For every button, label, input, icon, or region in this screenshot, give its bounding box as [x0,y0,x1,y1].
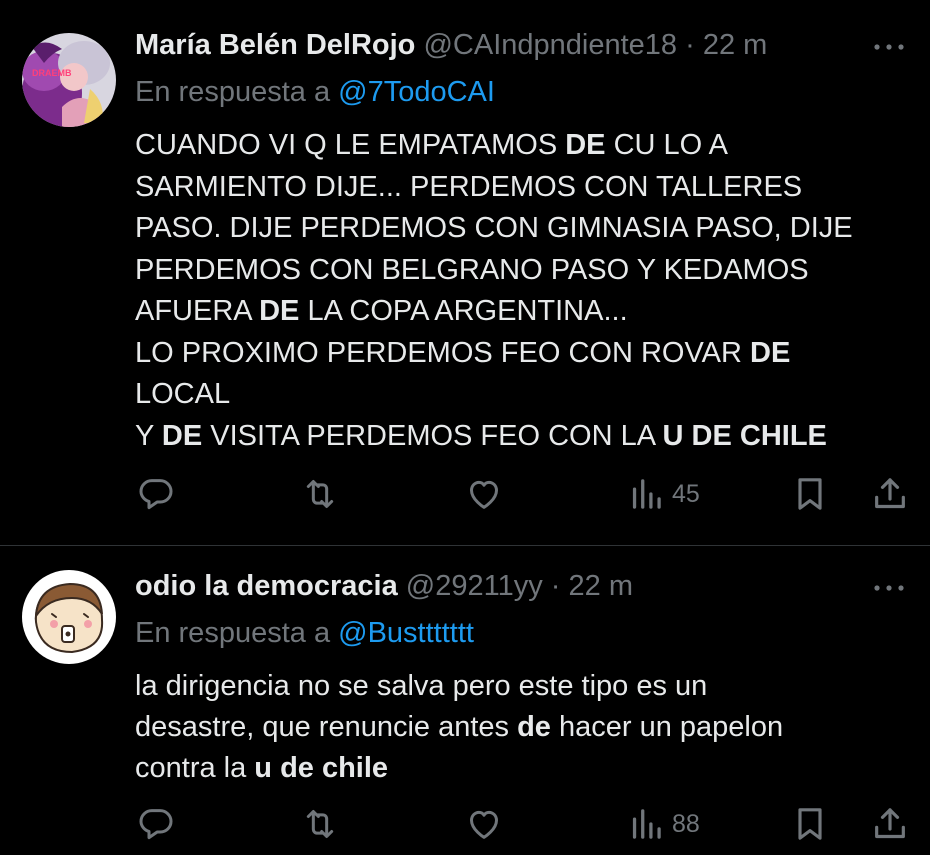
tweet-text-line: PERDEMOS CON BELGRANO PASO Y KEDAMOS [135,250,910,292]
timestamp[interactable]: 22 m [569,570,633,602]
tweet-text-line: Y DE VISITA PERDEMOS FEO CON LA U DE CHI… [135,416,910,458]
tweet-text-line: la dirigencia no se salva pero este tipo… [135,666,910,707]
share-button[interactable] [870,802,910,846]
tweet-text-line: desastre, que renuncie antes de hacer un… [135,707,910,748]
text-run: AFUERA [135,295,260,327]
timestamp[interactable]: 22 m [703,29,767,61]
views-icon [628,804,664,844]
avatar-image: DRAEMB [22,33,116,127]
tweet-header: odio la democracia @29211yy · 22 m [135,568,633,604]
share-button[interactable] [870,472,910,516]
bold-text: U DE CHILE [662,419,827,452]
more-icon[interactable] [872,578,906,598]
reply-icon [136,474,176,514]
reply-prefix: En respuesta a [135,617,339,649]
views-count: 88 [672,809,700,838]
reply-context: En respuesta a @Busttttttt [135,615,474,651]
reply-icon [136,804,176,844]
handle[interactable]: @CAIndpndiente18 [423,29,677,61]
text-run: la dirigencia no se salva pero este tipo… [135,670,708,702]
tweet[interactable]: DRAEMB María Belén DelRojo @CAIndpndient… [0,0,930,545]
display-name[interactable]: odio la democracia [135,570,398,602]
more-icon[interactable] [872,37,906,57]
retweet-icon [300,804,340,844]
text-run: CU LO A [605,129,729,161]
separator-dot: · [550,570,561,602]
tweet-text-line: LO PROXIMO PERDEMOS FEO CON ROVAR DE [135,333,910,375]
tweet[interactable]: odio la democracia @29211yy · 22 m En re… [0,546,930,855]
tweet-header: María Belén DelRojo @CAIndpndiente18 · 2… [135,27,767,63]
avatar-image [22,570,116,664]
text-run: LA COPA ARGENTINA... [299,295,628,327]
reply-context: En respuesta a @7TodoCAI [135,74,495,110]
bold-text: DE [565,129,606,161]
tweet-text: la dirigencia no se salva pero este tipo… [135,666,910,789]
svg-text:DRAEMB: DRAEMB [32,68,72,78]
share-icon [870,804,910,844]
tweet-text-line: CUANDO VI Q LE EMPATAMOS DE CU LO A [135,125,910,167]
views-icon [628,474,664,514]
share-icon [870,474,910,514]
bookmark-icon [790,474,830,514]
retweet-icon [300,474,340,514]
reply-button[interactable] [136,802,184,846]
text-run: CUANDO VI Q LE EMPATAMOS [135,129,566,161]
text-run: hacer un papelon [550,711,784,743]
reply-user-link[interactable]: @7TodoCAI [338,76,495,108]
avatar[interactable] [22,570,116,664]
heart-icon [464,804,504,844]
reply-user-link[interactable]: @Busttttttt [338,617,474,649]
bookmark-button[interactable] [790,802,830,846]
bold-text: DE [259,295,300,327]
like-button[interactable] [464,802,512,846]
text-run: desastre, que renuncie antes [135,711,518,743]
reply-prefix: En respuesta a [135,76,339,108]
display-name[interactable]: María Belén DelRojo [135,29,415,61]
text-run: PASO. DIJE PERDEMOS CON GIMNASIA PASO, D… [135,212,853,244]
bold-text: DE [750,336,791,369]
tweet-text: CUANDO VI Q LE EMPATAMOS DE CU LO A SARMI… [135,125,910,457]
views-count: 45 [672,479,700,508]
text-run: LO PROXIMO PERDEMOS FEO CON ROVAR [135,336,750,369]
reply-button[interactable] [136,472,184,516]
bold-text: de [517,711,551,743]
text-run: SARMIENTO DIJE... PERDEMOS CON TALLERES [135,170,803,203]
bold-text: u de chile [254,752,389,784]
text-run: Y [135,419,162,452]
bookmark-icon [790,804,830,844]
views-button[interactable]: 88 [628,802,700,846]
like-button[interactable] [464,472,512,516]
avatar[interactable]: DRAEMB [22,33,116,127]
handle[interactable]: @29211yy [406,570,543,602]
action-bar: 88 [0,802,930,846]
views-button[interactable]: 45 [628,472,700,516]
retweet-button[interactable] [300,802,348,846]
separator-dot: · [685,29,695,61]
heart-icon [464,474,504,514]
bookmark-button[interactable] [790,472,830,516]
tweet-text-line: SARMIENTO DIJE... PERDEMOS CON TALLERES [135,167,910,209]
text-run: contra la [135,752,255,784]
tweet-text-line: AFUERA DE LA COPA ARGENTINA... [135,291,910,333]
tweet-text-line: PASO. DIJE PERDEMOS CON GIMNASIA PASO, D… [135,208,910,250]
text-run: PERDEMOS CON BELGRANO PASO Y KEDAMOS [135,253,809,286]
tweet-text-line: LOCAL [135,374,910,416]
retweet-button[interactable] [300,472,348,516]
bold-text: DE [161,419,203,452]
text-run: VISITA PERDEMOS FEO CON LA [202,419,663,452]
action-bar: 45 [0,472,930,516]
tweet-text-line: contra la u de chile [135,748,910,789]
text-run: LOCAL [135,378,231,410]
